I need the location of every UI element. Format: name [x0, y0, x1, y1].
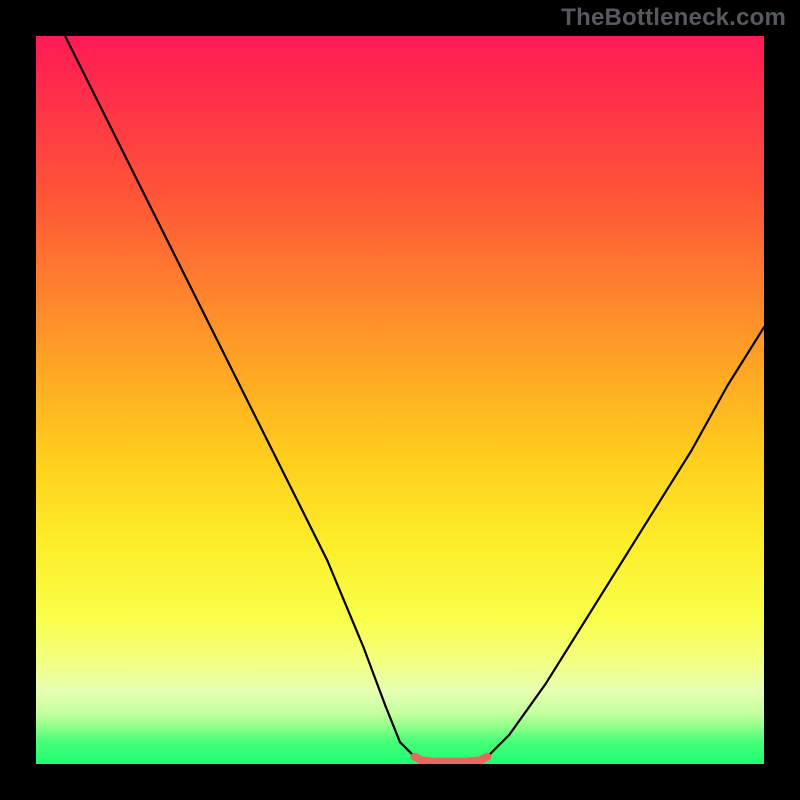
curve-valley-highlight — [415, 757, 488, 762]
chart-frame: TheBottleneck.com — [0, 0, 800, 800]
watermark-text: TheBottleneck.com — [561, 4, 786, 32]
plot-area — [36, 36, 764, 764]
curve-left-branch — [65, 36, 415, 757]
curve-right-branch — [487, 327, 764, 757]
curve-layer — [36, 36, 764, 764]
